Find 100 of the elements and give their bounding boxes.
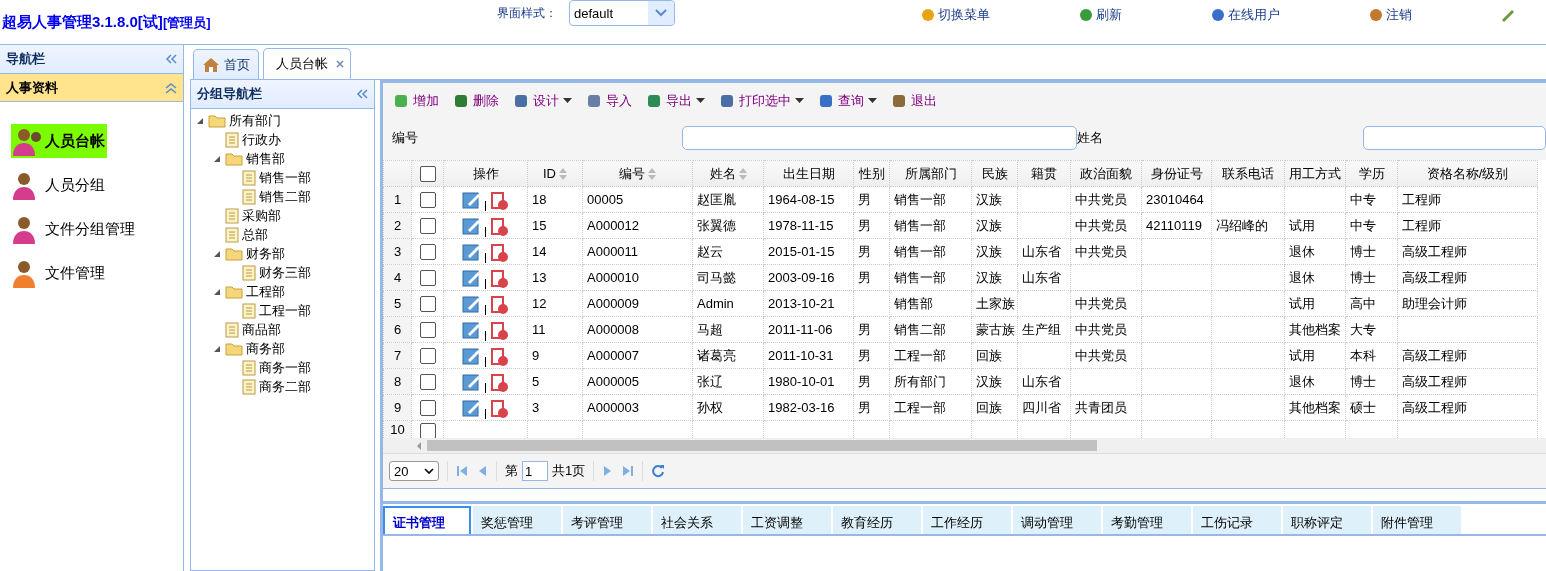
tree-item[interactable]: 销售部: [246, 149, 285, 168]
tree-item[interactable]: 财务部: [246, 244, 285, 263]
collapse-icon[interactable]: [356, 89, 368, 99]
table-cell: 高中: [1350, 295, 1376, 311]
tab[interactable]: 人员台帐: [263, 48, 351, 79]
edit-icon[interactable]: [462, 241, 482, 262]
checkbox[interactable]: [419, 422, 436, 438]
tab[interactable]: 证书管理: [383, 506, 471, 534]
last-page-icon[interactable]: [622, 465, 635, 477]
tree-item[interactable]: 采购部: [242, 206, 281, 225]
checkbox[interactable]: [419, 165, 436, 182]
checkbox[interactable]: [419, 243, 436, 260]
tree-item[interactable]: 总部: [242, 225, 268, 244]
tab[interactable]: 附件管理: [1373, 506, 1461, 534]
collapse-icon[interactable]: [165, 54, 177, 64]
scrollbar-thumb[interactable]: [427, 440, 1097, 451]
checkbox[interactable]: [419, 269, 436, 286]
checkbox[interactable]: [419, 399, 436, 416]
tree-item[interactable]: 工程部: [246, 282, 285, 301]
style-select[interactable]: default: [569, 0, 675, 26]
home-icon: [202, 56, 220, 73]
tree-item[interactable]: 商务一部: [259, 358, 311, 377]
table-cell: 男: [858, 347, 871, 363]
table-cell: 中共党员: [1075, 243, 1127, 259]
splitter-bar[interactable]: [383, 489, 1546, 504]
checkbox[interactable]: [419, 191, 436, 208]
table-cell: 中共党员: [1075, 295, 1127, 311]
column-header[interactable]: 操作: [472, 165, 499, 181]
table-cell: 所有部门: [894, 373, 946, 389]
row-number: 1: [393, 192, 402, 207]
toolbar-button[interactable]: 设计: [513, 92, 572, 110]
tab[interactable]: 教育经历: [833, 506, 921, 534]
edit-icon[interactable]: [462, 319, 482, 340]
tree-item[interactable]: 商务部: [246, 339, 285, 358]
search-field[interactable]: [1363, 126, 1546, 150]
header-link[interactable]: 在线用户: [1210, 6, 1280, 24]
tree-item[interactable]: 销售一部: [259, 168, 311, 187]
tree-item[interactable]: 工程一部: [259, 301, 311, 320]
tree-item[interactable]: 行政办: [242, 130, 281, 149]
tree-item[interactable]: 财务三部: [259, 263, 311, 282]
edit-icon[interactable]: [462, 293, 482, 314]
table-cell: 马超: [697, 321, 723, 337]
page-size-select[interactable]: 20: [389, 461, 439, 481]
search-field[interactable]: [682, 126, 1077, 150]
checkbox[interactable]: [419, 217, 436, 234]
tree-item[interactable]: 所有部门: [229, 111, 281, 130]
table-cell: 2011-10-31: [768, 348, 834, 363]
tab[interactable]: 职称评定: [1283, 506, 1371, 534]
checkbox[interactable]: [419, 347, 436, 364]
toolbar-button[interactable]: 导出: [646, 92, 705, 110]
nav-item[interactable]: 文件分组管理: [11, 212, 137, 246]
nav-item[interactable]: 人员台帐: [11, 124, 107, 158]
tree-item[interactable]: 销售二部: [259, 187, 311, 206]
edit-icon[interactable]: [462, 345, 482, 366]
tab[interactable]: 社会关系: [653, 506, 741, 534]
nav-item[interactable]: 人员分组: [11, 168, 107, 202]
edit-icon[interactable]: [462, 371, 482, 392]
tree-item[interactable]: 商品部: [242, 320, 281, 339]
checkbox[interactable]: [419, 295, 436, 312]
page-field[interactable]: 1: [522, 461, 548, 481]
row-number: 7: [393, 348, 402, 363]
table-cell: 试用: [1289, 295, 1315, 311]
header-link[interactable]: 切换菜单: [920, 6, 990, 24]
tab[interactable]: 工资调整: [743, 506, 831, 534]
tab[interactable]: 工作经历: [923, 506, 1011, 534]
edit-icon[interactable]: [462, 397, 482, 418]
tree-item[interactable]: 商务二部: [259, 377, 311, 396]
edit-icon[interactable]: [462, 267, 482, 288]
caret-icon: [696, 98, 705, 104]
refresh-icon[interactable]: [651, 464, 666, 478]
toolbar-button[interactable]: 增加: [393, 92, 439, 110]
table-cell: 销售一部: [894, 217, 946, 233]
tab[interactable]: 奖惩管理: [473, 506, 561, 534]
tab[interactable]: 工伤记录: [1193, 506, 1281, 534]
header-link[interactable]: 刷新: [1078, 6, 1122, 24]
table-cell: 工程一部: [894, 347, 946, 363]
tab[interactable]: 首页: [193, 49, 259, 79]
row-number: 5: [393, 296, 402, 311]
toolbar-button[interactable]: 退出: [891, 92, 937, 110]
table-cell: 本科: [1350, 347, 1376, 363]
toolbar-button[interactable]: 导入: [586, 92, 632, 110]
header-link[interactable]: 注销: [1368, 6, 1412, 24]
edit-icon[interactable]: [462, 215, 482, 236]
tab[interactable]: 调动管理: [1013, 506, 1101, 534]
close-icon[interactable]: [336, 60, 344, 68]
checkbox[interactable]: [419, 373, 436, 390]
table-cell: 博士: [1350, 243, 1376, 259]
checkbox[interactable]: [419, 321, 436, 338]
edit-icon[interactable]: [462, 189, 482, 210]
table-cell: 42110119: [1146, 218, 1202, 233]
table-cell: 山东省: [1022, 373, 1061, 389]
collapse-icon[interactable]: [165, 81, 177, 94]
tab[interactable]: 考勤管理: [1103, 506, 1191, 534]
toolbar-button[interactable]: 打印选中: [719, 92, 804, 110]
toolbar-button[interactable]: 查询: [818, 92, 877, 110]
table-cell: 高级工程师: [1402, 373, 1467, 389]
nav-item[interactable]: 文件管理: [11, 256, 107, 290]
tab[interactable]: 考评管理: [563, 506, 651, 534]
first-page-icon[interactable]: [456, 465, 468, 477]
toolbar-button[interactable]: 删除: [453, 92, 499, 110]
